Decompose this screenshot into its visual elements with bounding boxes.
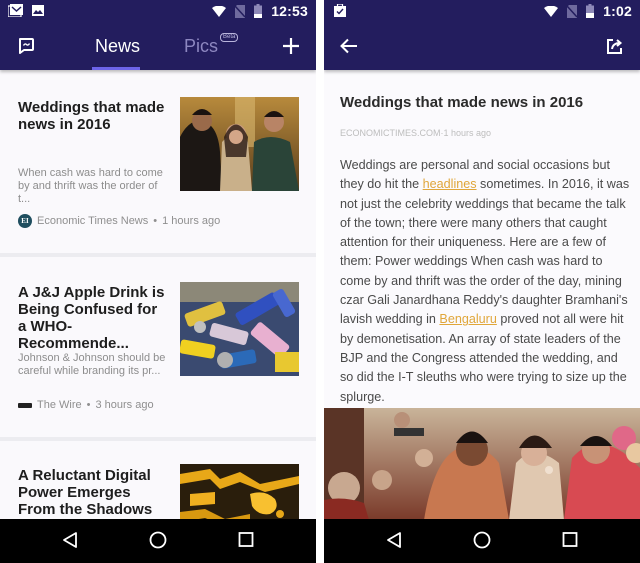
- feedback-button[interactable]: [17, 37, 35, 55]
- nav-home-button[interactable]: [473, 531, 491, 549]
- card-thumbnail: [180, 97, 299, 191]
- tab-news[interactable]: News: [95, 36, 140, 57]
- app-bar: 12:53 News Pics Beta: [0, 0, 316, 70]
- card-thumbnail: [180, 282, 299, 376]
- share-icon: [607, 39, 623, 54]
- back-triangle-icon: [63, 532, 77, 548]
- nav-back-button[interactable]: [386, 531, 402, 549]
- status-bar: 12:53: [0, 0, 316, 24]
- tab-pics[interactable]: Pics: [184, 36, 218, 57]
- nav-back-button[interactable]: [62, 531, 78, 549]
- article-meta: ECONOMICTIMES.COM·1 hours ago: [340, 128, 492, 138]
- bengaluru-link[interactable]: Bengaluru: [439, 312, 496, 326]
- clipboard-check-icon: [334, 4, 346, 17]
- back-button[interactable]: [340, 38, 358, 54]
- publish-time: 3 hours ago: [95, 399, 154, 411]
- plus-icon: [283, 38, 299, 54]
- arrow-back-icon: [340, 38, 357, 54]
- card-title[interactable]: A Reluctant Digital Power Emerges From t…: [18, 467, 168, 518]
- system-nav-bar: [324, 519, 640, 563]
- screens: 12:53 News Pics Beta Weddings that made …: [0, 0, 640, 563]
- system-nav-bar: [0, 519, 316, 563]
- meta-separator: •: [153, 215, 158, 227]
- toolbar: News Pics Beta: [0, 24, 316, 70]
- wifi-icon: [212, 5, 227, 17]
- source-name[interactable]: The Wire: [37, 399, 82, 411]
- meta-separator: •: [86, 399, 91, 411]
- battery-icon: [586, 4, 595, 18]
- status-time: 12:53: [271, 3, 308, 19]
- card-excerpt: When cash was hard to come by and thrift…: [18, 167, 163, 205]
- status-bar: 1:02: [324, 0, 640, 24]
- card-title[interactable]: A J&J Apple Drink is Being Confused for …: [18, 284, 168, 352]
- article-title: Weddings that made news in 2016: [340, 94, 584, 111]
- card-meta: The Wire • 3 hours ago: [18, 399, 154, 411]
- news-card[interactable]: A J&J Apple Drink is Being Confused for …: [0, 257, 316, 437]
- app-bar: 1:02: [324, 0, 640, 70]
- image-icon: [32, 5, 44, 16]
- beta-badge: Beta: [220, 33, 239, 42]
- back-triangle-icon: [387, 532, 401, 548]
- article-image: [324, 408, 640, 520]
- feed-screen: 12:53 News Pics Beta Weddings that made …: [0, 0, 316, 563]
- gmail-icon: [8, 4, 24, 17]
- nav-recents-button[interactable]: [562, 531, 578, 549]
- add-button[interactable]: [282, 37, 300, 55]
- home-circle-icon: [149, 531, 167, 549]
- source-logo: [18, 402, 32, 408]
- nav-recents-button[interactable]: [238, 531, 254, 549]
- body-text: sometimes. In 2016, it was not just the …: [340, 177, 630, 327]
- article-body: Weddings are personal and social occasio…: [340, 156, 632, 407]
- article-screen: 1:02 Weddings that made news in 2016 ECO…: [324, 0, 640, 563]
- source-name[interactable]: Economic Times News: [37, 215, 148, 227]
- chat-feedback-icon: [19, 38, 34, 54]
- toolbar: [324, 24, 640, 70]
- wifi-icon: [544, 5, 559, 17]
- home-circle-icon: [473, 531, 491, 549]
- card-title[interactable]: Weddings that made news in 2016: [18, 99, 168, 133]
- card-excerpt: Johnson & Johnson should be careful whil…: [18, 352, 166, 377]
- no-sim-icon: [235, 4, 246, 18]
- status-time: 1:02: [603, 3, 632, 19]
- nav-home-button[interactable]: [149, 531, 167, 549]
- card-meta: EI Economic Times News • 1 hours ago: [18, 214, 220, 228]
- recents-square-icon: [562, 532, 578, 547]
- publish-time: 1 hours ago: [162, 215, 221, 227]
- headlines-link[interactable]: headlines: [423, 177, 477, 191]
- news-card[interactable]: Weddings that made news in 2016 When cas…: [0, 70, 316, 253]
- active-tab-indicator: [92, 67, 140, 70]
- no-sim-icon: [567, 4, 578, 18]
- source-logo: EI: [18, 214, 32, 228]
- recents-square-icon: [238, 532, 254, 547]
- share-button[interactable]: [606, 38, 623, 55]
- battery-icon: [254, 4, 263, 18]
